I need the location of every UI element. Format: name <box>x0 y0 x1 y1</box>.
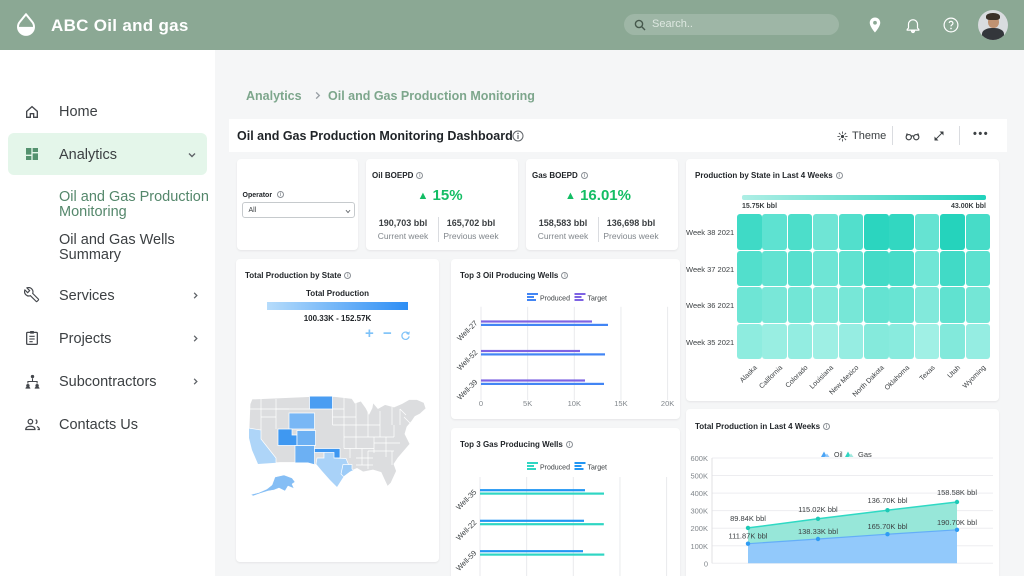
svg-text:Target: Target <box>588 296 608 303</box>
svg-text:Oklahoma: Oklahoma <box>884 364 912 392</box>
svg-text:Wyoming: Wyoming <box>962 364 988 390</box>
svg-text:15K: 15K <box>614 399 627 408</box>
svg-text:158.58K bbl: 158.58K bbl <box>937 488 977 497</box>
svg-text:Louisiana: Louisiana <box>809 364 835 390</box>
svg-text:136.70K bbl: 136.70K bbl <box>867 496 907 505</box>
svg-text:100K: 100K <box>690 542 708 551</box>
svg-text:111.87K bbl: 111.87K bbl <box>729 532 768 541</box>
svg-text:600K: 600K <box>690 454 708 463</box>
svg-text:Produced: Produced <box>540 296 570 303</box>
svg-text:10K: 10K <box>568 399 581 408</box>
svg-text:5K: 5K <box>523 399 532 408</box>
svg-text:Well-35: Well-35 <box>454 488 478 512</box>
svg-text:Colorado: Colorado <box>785 364 810 389</box>
svg-text:Target: Target <box>588 465 608 472</box>
svg-text:0: 0 <box>704 559 708 568</box>
svg-text:190.70K bbl: 190.70K bbl <box>937 518 977 527</box>
svg-text:Well-59: Well-59 <box>454 549 478 573</box>
svg-text:200K: 200K <box>690 524 708 533</box>
svg-text:400K: 400K <box>690 489 708 498</box>
svg-text:500K: 500K <box>690 472 708 481</box>
svg-text:115.02K bbl: 115.02K bbl <box>798 505 838 514</box>
svg-text:89.84K bbl: 89.84K bbl <box>730 514 766 523</box>
svg-text:Well-22: Well-22 <box>454 518 478 542</box>
svg-text:Well-52: Well-52 <box>455 348 479 372</box>
svg-text:Produced: Produced <box>540 465 570 472</box>
svg-text:Texas: Texas <box>919 364 937 382</box>
svg-text:Alaska: Alaska <box>739 364 759 384</box>
svg-text:Utah: Utah <box>947 364 962 379</box>
svg-text:0: 0 <box>479 399 483 408</box>
svg-text:California: California <box>758 364 784 390</box>
svg-text:300K: 300K <box>690 507 708 516</box>
svg-text:165.70K bbl: 165.70K bbl <box>867 522 907 531</box>
svg-text:20K: 20K <box>661 399 674 408</box>
svg-text:Well-27: Well-27 <box>455 319 479 343</box>
svg-text:138.33K bbl: 138.33K bbl <box>798 527 838 536</box>
svg-text:Well-39: Well-39 <box>455 378 479 402</box>
